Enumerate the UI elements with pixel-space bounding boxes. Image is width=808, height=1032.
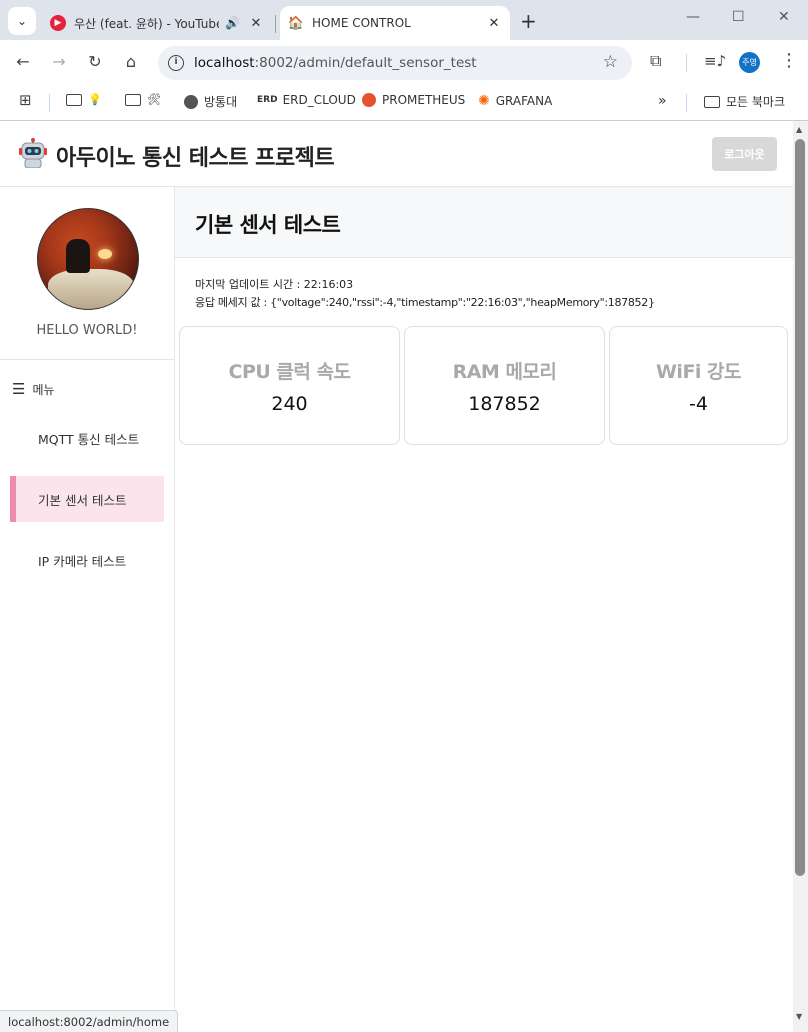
wifi-strength-card: WiFi 강도 -4 [609, 326, 788, 445]
card-value: 240 [271, 393, 308, 415]
tab-title: 우산 (feat. 윤하) - YouTube [74, 16, 220, 31]
sidebar-item-mqtt-test[interactable]: MQTT 통신 테스트 [10, 415, 164, 461]
youtube-music-icon: ▶ [50, 15, 66, 31]
card-label: RAM 메모리 [452, 361, 557, 383]
toolbar-separator [686, 54, 687, 72]
sidebar-item-ip-camera-test[interactable]: IP 카메라 테스트 [10, 537, 164, 583]
tab-home-control[interactable]: 🏠 HOME CONTROL ✕ [280, 6, 510, 40]
apps-grid-icon[interactable]: ⊞ [19, 91, 32, 109]
bookmark-prometheus[interactable]: PROMETHEUS [362, 93, 465, 107]
tab-separator [275, 15, 276, 33]
bookmark-folder-idea[interactable]: 💡 [66, 93, 102, 106]
last-update-text: 마지막 업데이트 시간 : 22:16:03 [195, 278, 354, 291]
maximize-icon[interactable]: ☐ [732, 9, 745, 25]
list-icon: ☰ [12, 380, 26, 398]
globe-icon [184, 94, 198, 109]
folder-icon [66, 93, 82, 106]
more-menu-icon[interactable]: ⋮ [780, 50, 798, 71]
sidebar-item-label: IP 카메라 테스트 [38, 553, 127, 569]
new-tab-button[interactable]: + [520, 9, 537, 33]
robot-icon [19, 138, 47, 168]
sidebar-item-label: 기본 센서 테스트 [38, 492, 127, 508]
browser-chrome: ⌄ ▶ 우산 (feat. 윤하) - YouTube 🔊 ✕ 🏠 HOME C… [0, 0, 808, 121]
home-favicon: 🏠 [287, 15, 305, 31]
bookmark-bangtongdae[interactable]: 방통대 [184, 93, 237, 110]
bookmarks-overflow-icon[interactable]: » [658, 93, 667, 109]
close-icon[interactable]: ✕ [484, 16, 504, 31]
back-icon[interactable]: ← [12, 52, 34, 71]
minimize-icon[interactable]: — [686, 9, 700, 25]
window-close-icon[interactable]: ✕ [778, 9, 790, 25]
response-message-text: 응답 메세지 값 : {"voltage":240,"rssi":-4,"tim… [195, 296, 655, 309]
content-header: 기본 센서 테스트 [175, 187, 793, 258]
scroll-down-arrow-icon[interactable]: ▼ [796, 1012, 802, 1021]
forward-icon[interactable]: → [48, 52, 70, 71]
logout-button[interactable]: 로그아웃 [712, 137, 777, 171]
prometheus-icon [362, 93, 376, 107]
scroll-up-arrow-icon[interactable]: ▲ [796, 125, 802, 134]
folder-icon [704, 95, 720, 108]
lightbulb-icon: 💡 [88, 93, 102, 106]
main-content: 기본 센서 테스트 마지막 업데이트 시간 : 22:16:03 응답 메세지 … [175, 187, 793, 1032]
greeting-text: HELLO WORLD! [36, 323, 138, 338]
web-page: 아두이노 통신 테스트 프로젝트 로그아웃 HELLO WORLD! ☰ 메뉴 … [0, 121, 808, 1032]
card-value: 187852 [468, 393, 541, 415]
bookmark-folder-tools[interactable]: 🛠 [125, 93, 161, 106]
reload-icon[interactable]: ↻ [84, 52, 106, 71]
home-icon[interactable]: ⌂ [120, 52, 142, 71]
tab-strip: ⌄ ▶ 우산 (feat. 윤하) - YouTube 🔊 ✕ 🏠 HOME C… [0, 0, 808, 40]
status-bar-url: localhost:8002/admin/home [0, 1010, 179, 1032]
speaker-icon[interactable]: 🔊 [225, 16, 240, 30]
extensions-icon[interactable]: ⧉ [650, 51, 661, 71]
sidebar: HELLO WORLD! ☰ 메뉴 MQTT 통신 테스트 기본 센서 테스트 … [0, 187, 175, 1032]
avatar [37, 208, 139, 310]
ram-memory-card: RAM 메모리 187852 [404, 326, 605, 445]
chevron-down-icon: ⌄ [16, 14, 28, 28]
page-scrollbar[interactable]: ▲ ▼ [793, 121, 808, 1032]
browser-toolbar: ← → ↻ ⌂ i localhost:8002/admin/default_s… [0, 40, 808, 86]
page-title: 기본 센서 테스트 [195, 213, 341, 237]
url-text: localhost:8002/admin/default_sensor_test [194, 55, 477, 71]
grafana-icon: ✺ [478, 93, 490, 109]
erd-icon: ERD [257, 95, 278, 105]
bookmarks-separator [686, 94, 687, 112]
cpu-clock-card: CPU 클럭 속도 240 [179, 326, 400, 445]
folder-icon [125, 93, 141, 106]
menu-label: 메뉴 [32, 382, 55, 397]
tab-search-button[interactable]: ⌄ [8, 7, 36, 35]
card-value: -4 [689, 393, 708, 415]
profile-section: HELLO WORLD! [0, 187, 174, 360]
all-bookmarks-folder[interactable]: 모든 북마크 [704, 93, 785, 110]
card-label: CPU 클럭 속도 [228, 361, 351, 383]
profile-avatar[interactable]: 주영 [739, 52, 760, 73]
tab-title: HOME CONTROL [312, 16, 411, 30]
bookmark-erd-cloud[interactable]: ERD ERD_CLOUD [257, 93, 356, 107]
tools-icon: 🛠 [147, 93, 161, 106]
site-info-icon[interactable]: i [168, 55, 184, 71]
sidebar-item-label: MQTT 통신 테스트 [38, 431, 140, 447]
bookmark-grafana[interactable]: ✺ GRAFANA [478, 93, 552, 109]
bookmarks-separator [49, 94, 50, 112]
address-bar[interactable]: i localhost:8002/admin/default_sensor_te… [158, 46, 632, 80]
bookmark-star-icon[interactable]: ☆ [603, 52, 618, 72]
app-header: 아두이노 통신 테스트 프로젝트 로그아웃 [0, 121, 793, 187]
media-control-icon[interactable]: ≡♪ [704, 52, 726, 70]
close-icon[interactable]: ✕ [246, 16, 266, 31]
tab-youtube[interactable]: ▶ 우산 (feat. 윤하) - YouTube 🔊 ✕ [44, 6, 276, 40]
bookmarks-bar: ⊞ 💡 🛠 방통대 ERD ERD_CLOUD PROMETHEUS ✺ GRAFA… [0, 86, 808, 120]
scrollbar-thumb[interactable] [795, 139, 805, 876]
sidebar-item-sensor-test[interactable]: 기본 센서 테스트 [10, 476, 164, 522]
menu-heading: ☰ 메뉴 [12, 380, 55, 398]
app-title: 아두이노 통신 테스트 프로젝트 [56, 146, 335, 171]
card-label: WiFi 강도 [655, 361, 742, 383]
